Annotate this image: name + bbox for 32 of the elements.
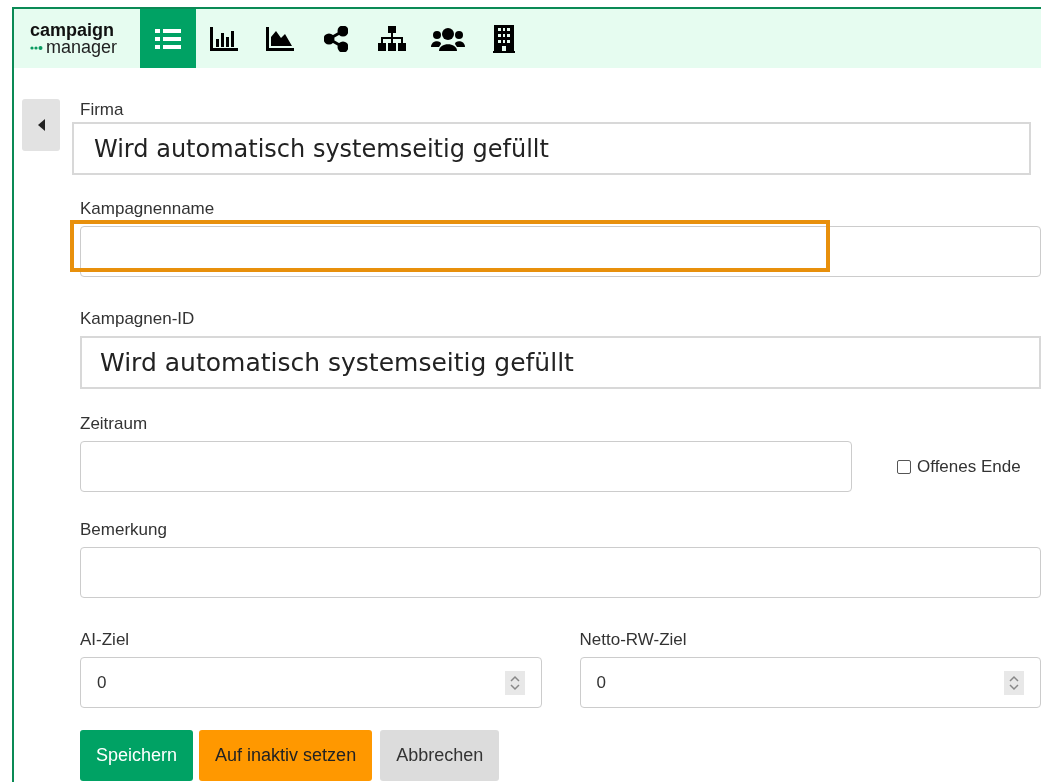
annotation-box: Wird automatisch systemseitig gefüllt [80,336,1041,389]
cancel-button[interactable]: Abbrechen [380,730,500,781]
checkbox-label: Offenes Ende [917,456,1021,477]
date-range-field[interactable] [80,441,852,492]
share-icon [324,25,348,52]
field-label: Kampagnenname [80,199,216,219]
field-label: Kampagnen-ID [80,309,196,329]
number-field[interactable]: 0 [579,657,1041,708]
hierarchy-icon [377,25,407,52]
checkbox[interactable] [897,459,911,474]
spinner-icon[interactable] [1004,670,1024,695]
collapse-button[interactable] [22,99,60,151]
users-icon [431,26,465,51]
text-field[interactable] [80,547,1041,598]
logo-text: manager [46,39,118,56]
spinner-icon[interactable] [504,670,525,695]
caret-left-icon [37,119,45,131]
annotation-box: Wird automatisch systemseitig gefüllt [72,122,1031,175]
logo-text: campaign [30,22,116,39]
field-label: AI-Ziel [80,630,131,650]
number-field[interactable]: 0 [80,657,542,708]
field-label: Zeitraum [80,414,149,434]
text-field[interactable] [80,226,1041,277]
field-label: Firma [80,100,125,120]
field-label: Netto-RW-Ziel [579,630,688,650]
deactivate-button[interactable]: Auf inaktiv setzen [199,730,373,781]
list-icon [155,27,181,50]
bar-chart-icon [210,26,238,51]
field-label: Bemerkung [80,520,168,540]
area-chart-icon [266,26,294,51]
building-icon [493,24,515,53]
dots-icon [30,45,44,50]
